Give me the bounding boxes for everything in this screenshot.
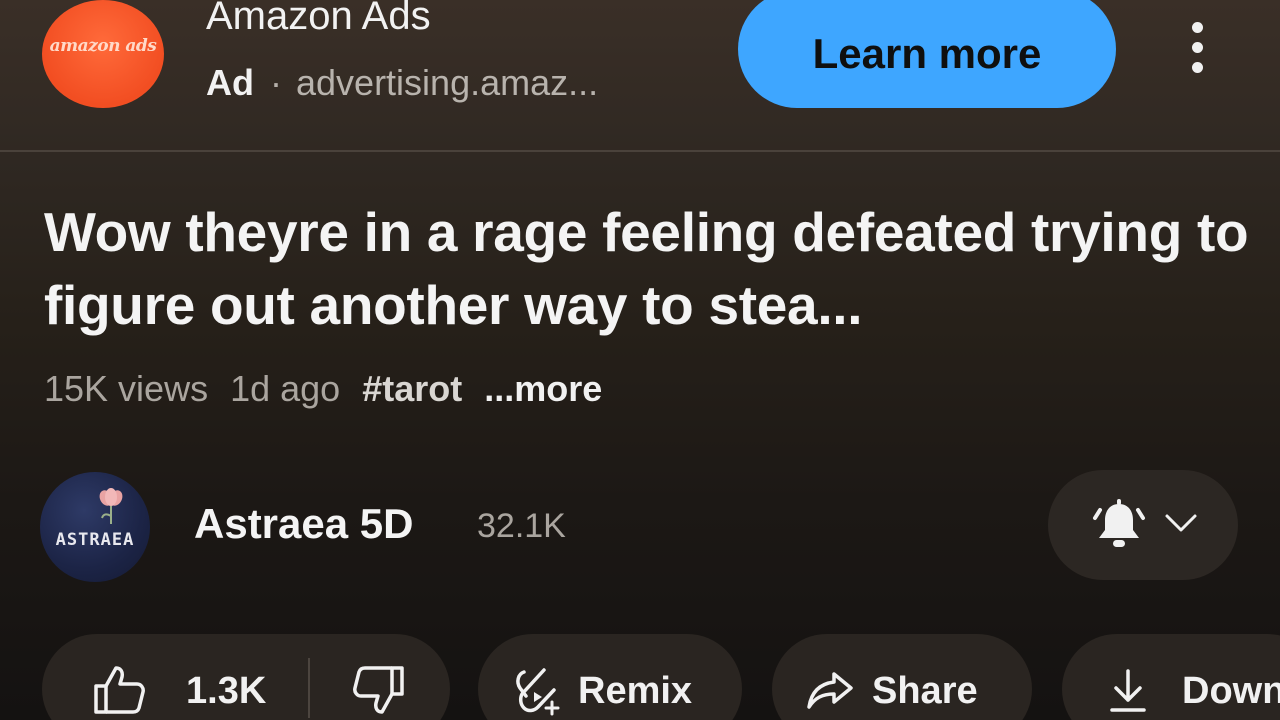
divider — [0, 150, 1280, 152]
share-button[interactable]: Share — [772, 634, 1032, 720]
kebab-menu-icon[interactable] — [1178, 16, 1218, 80]
chevron-down-icon — [1165, 514, 1197, 532]
advertiser-logo[interactable]: amazon ads — [42, 0, 164, 108]
view-count: 15K views — [44, 368, 209, 409]
thumbs-down-icon[interactable] — [352, 664, 406, 716]
ad-subline: Ad · advertising.amaz... — [206, 62, 598, 104]
avatar-text: ASTRAEA — [55, 530, 135, 550]
like-dislike-separator — [308, 658, 310, 718]
like-count[interactable]: 1.3K — [186, 670, 266, 713]
download-label: Down — [1182, 670, 1280, 712]
advertiser-logo-text: amazon ads — [49, 36, 157, 56]
subscriber-count: 32.1K — [477, 507, 566, 545]
like-dislike-group: 1.3K — [42, 634, 450, 720]
channel-avatar[interactable]: ASTRAEA — [40, 472, 150, 582]
ad-label: Ad — [206, 62, 254, 103]
ad-url[interactable]: advertising.amaz... — [296, 62, 598, 103]
learn-more-button[interactable]: Learn more — [738, 0, 1116, 108]
remix-button[interactable]: Remix — [478, 634, 742, 720]
video-meta[interactable]: 15K views 1d ago #tarot ...more — [44, 368, 602, 410]
remix-label: Remix — [578, 670, 693, 712]
more-link[interactable]: ...more — [484, 368, 602, 409]
lotus-icon — [99, 488, 123, 524]
video-title[interactable]: Wow theyre in a rage feeling defeated tr… — [44, 196, 1254, 342]
upload-age: 1d ago — [230, 368, 341, 409]
hashtag-link[interactable]: #tarot — [362, 368, 462, 409]
notification-button[interactable] — [1048, 470, 1238, 580]
download-button[interactable]: Down — [1062, 634, 1280, 720]
download-icon — [1110, 669, 1146, 712]
thumbs-up-icon[interactable] — [92, 664, 146, 716]
channel-name[interactable]: Astraea 5D — [194, 500, 413, 548]
ad-banner[interactable]: amazon ads Amazon Ads Ad · advertising.ama… — [0, 0, 1280, 152]
bell-icon — [1093, 499, 1145, 547]
share-icon — [807, 672, 853, 709]
remix-icon — [516, 668, 560, 716]
advertiser-name[interactable]: Amazon Ads — [206, 0, 431, 39]
separator-dot: · — [270, 62, 282, 103]
share-label: Share — [872, 670, 978, 712]
